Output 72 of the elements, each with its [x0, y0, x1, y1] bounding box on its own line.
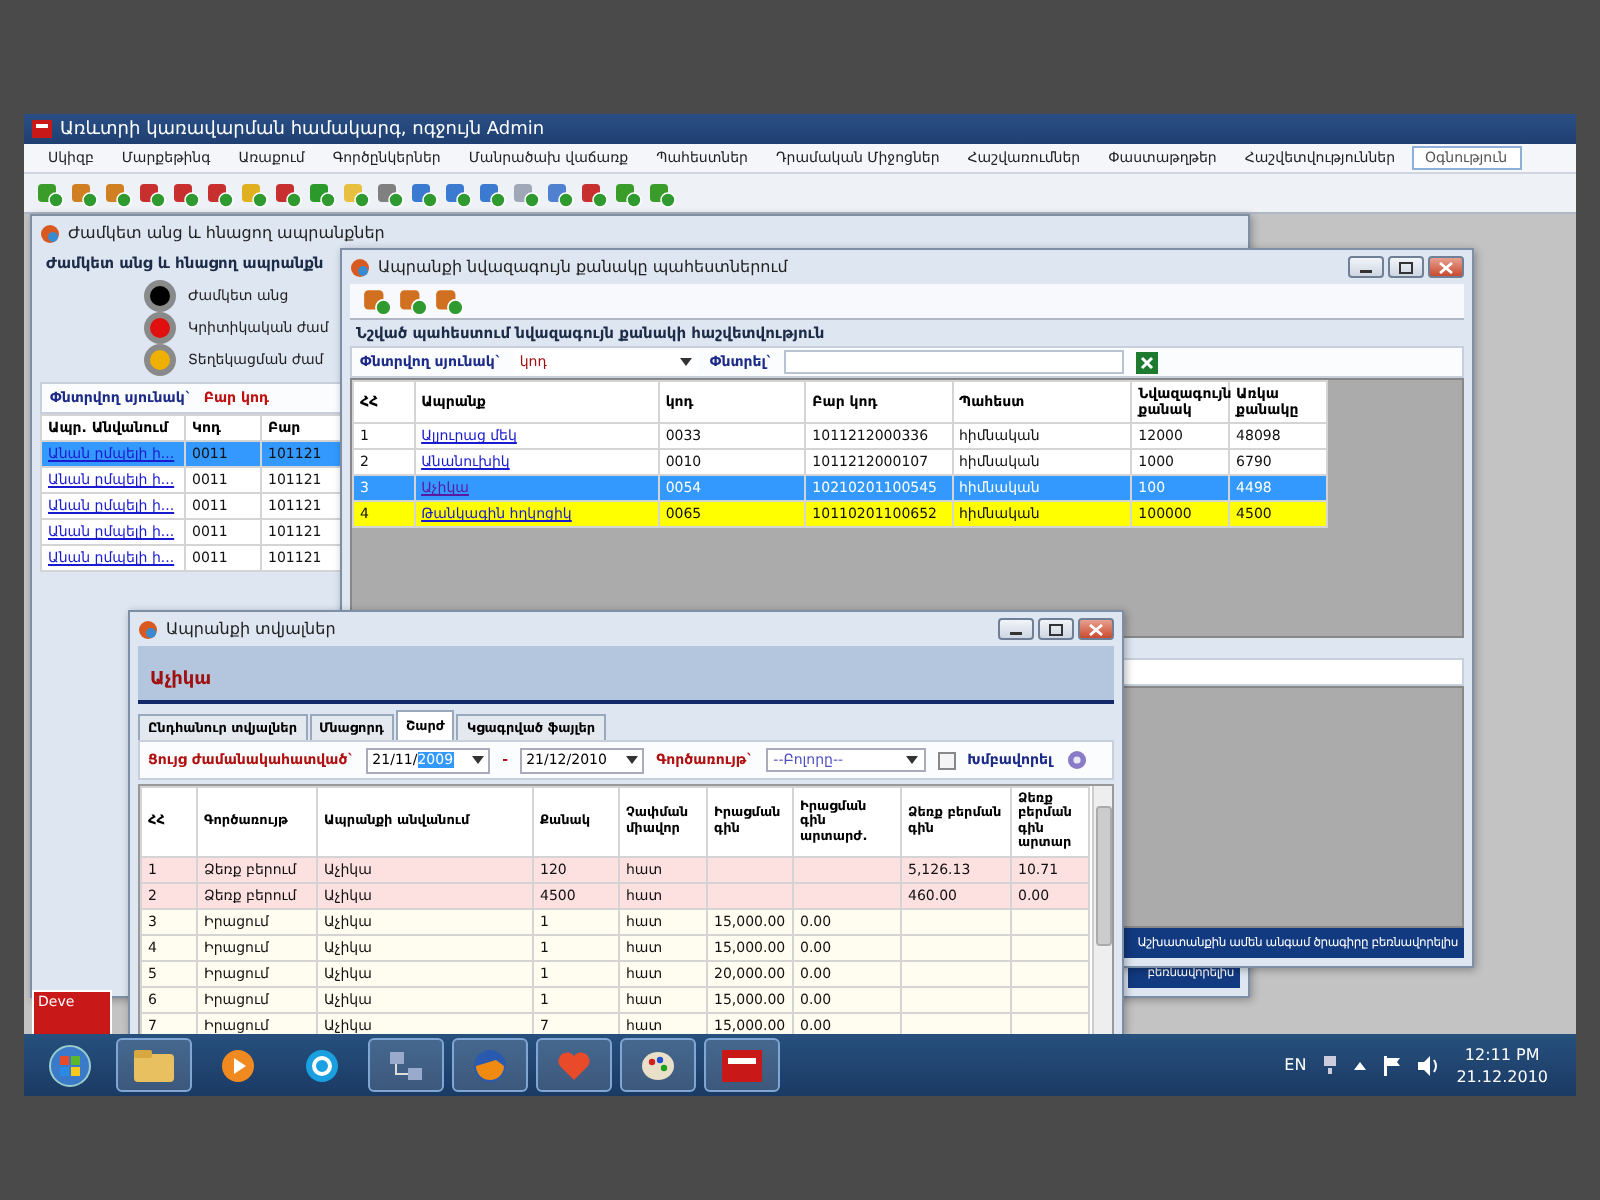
package-icon[interactable]	[342, 179, 370, 207]
app-icon	[138, 619, 158, 639]
language-indicator[interactable]: EN	[1284, 1056, 1307, 1074]
package-icon[interactable]	[274, 179, 302, 207]
app-icon	[350, 257, 370, 277]
package-icon[interactable]	[376, 179, 404, 207]
package-icon[interactable]	[70, 179, 98, 207]
table-cell	[901, 986, 1011, 1013]
caret-icon	[679, 358, 692, 366]
caret-icon	[626, 756, 639, 764]
table-cell	[1011, 908, 1089, 935]
folder-icon[interactable]	[116, 1038, 192, 1092]
table-cell	[901, 908, 1011, 935]
app-icon	[32, 120, 52, 138]
package-icon[interactable]	[546, 179, 574, 207]
table-cell	[901, 934, 1011, 961]
close-button[interactable]	[1078, 618, 1114, 640]
package-icon[interactable]	[580, 179, 608, 207]
window-title: Ապրանքի նվազագույն քանակը պահեստներում	[378, 258, 788, 276]
table-cell	[1011, 934, 1089, 961]
table-cell	[793, 882, 901, 909]
close-button[interactable]	[1428, 256, 1464, 278]
package-icon[interactable]	[240, 179, 268, 207]
minimize-button[interactable]	[998, 618, 1034, 640]
window-title: Ժամկետ անց և հնացող ապրանքներ	[68, 224, 385, 242]
close-icon	[1088, 623, 1104, 635]
table-cell	[1011, 960, 1089, 987]
table-cell	[793, 856, 901, 883]
network-icon[interactable]	[1322, 1055, 1339, 1075]
package-icon[interactable]	[478, 179, 506, 207]
window-title: Ապրանքի տվյալներ	[166, 620, 336, 638]
maximize-button[interactable]	[1038, 618, 1074, 640]
clock-time[interactable]: 12:11 PM	[1464, 1045, 1540, 1063]
browser-icon[interactable]	[452, 1038, 528, 1092]
maximize-icon	[1048, 623, 1064, 635]
package-icon[interactable]	[172, 179, 200, 207]
package-icon[interactable]	[362, 286, 392, 316]
package-icon[interactable]	[512, 179, 540, 207]
maximize-button[interactable]	[1388, 256, 1424, 278]
caret-icon	[472, 756, 485, 764]
caret-icon[interactable]	[1354, 1061, 1367, 1069]
palette-icon[interactable]	[620, 1038, 696, 1092]
package-icon[interactable]	[206, 179, 234, 207]
package-icon[interactable]	[138, 179, 166, 207]
package-icon[interactable]	[614, 179, 642, 207]
package-icon[interactable]	[444, 179, 472, 207]
package-icon[interactable]	[36, 179, 64, 207]
app-window-icon[interactable]	[704, 1038, 780, 1092]
table-cell	[901, 960, 1011, 987]
checkbox[interactable]	[937, 751, 956, 769]
package-icon[interactable]	[434, 286, 464, 316]
package-icon[interactable]	[308, 179, 336, 207]
package-icon[interactable]	[410, 179, 438, 207]
app-icon	[40, 223, 60, 243]
caret-icon	[905, 756, 918, 764]
package-icon[interactable]	[104, 179, 132, 207]
table-cell	[1011, 986, 1089, 1013]
scrollbar[interactable]	[1092, 786, 1112, 1034]
package-icon[interactable]	[398, 286, 428, 316]
flag-icon[interactable]	[1382, 1055, 1403, 1075]
spreadsheet-icon[interactable]	[1136, 351, 1159, 373]
clock-date[interactable]: 21.12.2010	[1456, 1067, 1548, 1085]
close-icon	[1438, 261, 1454, 273]
package-icon[interactable]	[648, 179, 676, 207]
table-cell	[707, 856, 793, 883]
search-field[interactable]	[784, 350, 1125, 374]
maximize-icon	[1398, 261, 1414, 273]
minimize-button[interactable]	[1348, 256, 1384, 278]
table-cell	[707, 882, 793, 909]
speaker-icon[interactable]	[1418, 1055, 1441, 1075]
product-name: Աչիկա	[150, 670, 212, 690]
window-title: Առևտրի կառավարման համակարգ, ոգջույն Admin	[60, 119, 545, 139]
